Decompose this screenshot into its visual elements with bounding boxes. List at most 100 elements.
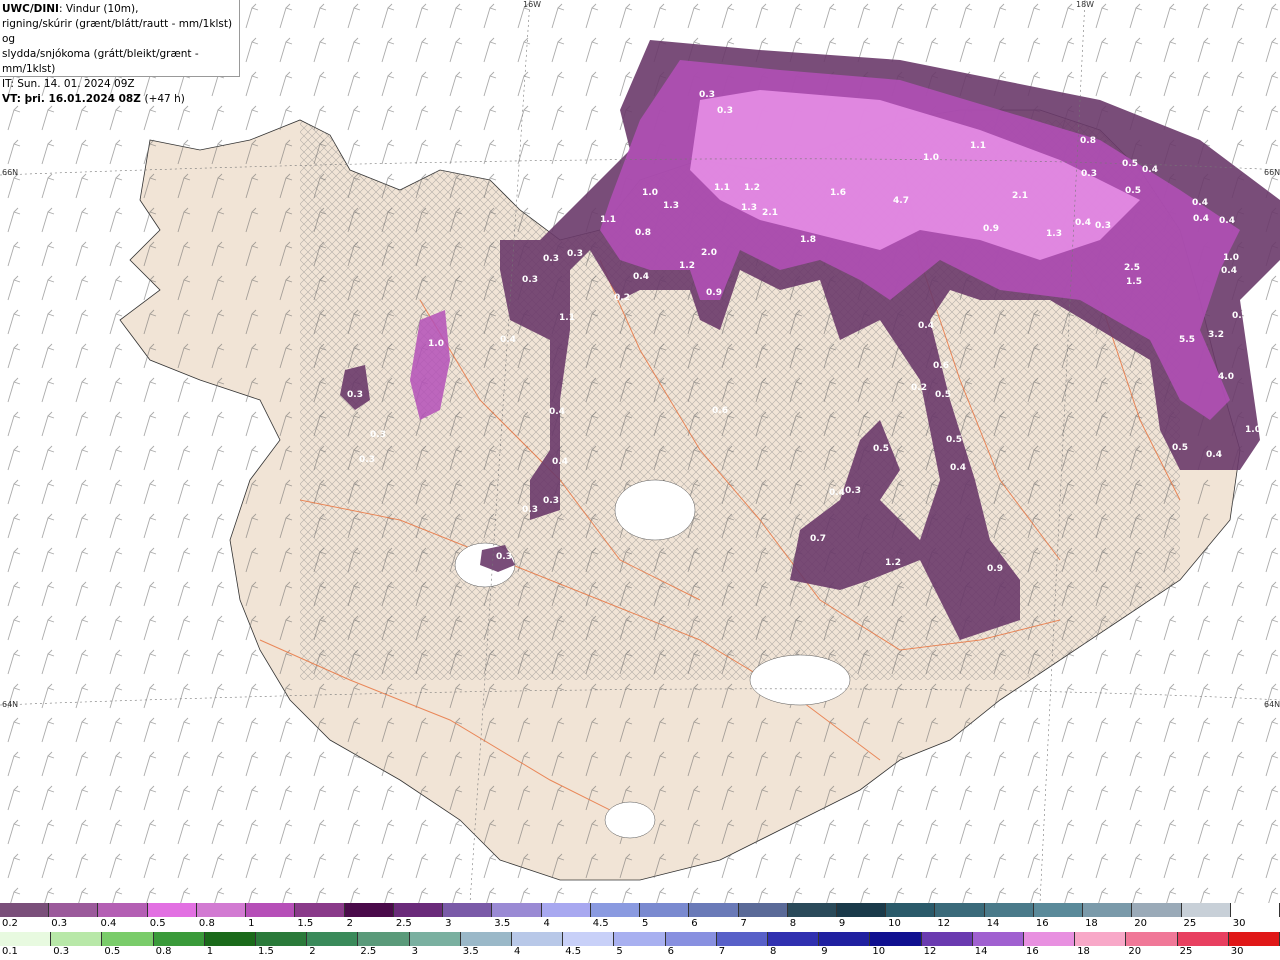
precip-value-label: 0.4 <box>549 407 565 417</box>
precip-value-label: 4.7 <box>893 196 909 206</box>
legend-label: 10 <box>888 918 901 929</box>
legend-label: 2.5 <box>360 946 377 957</box>
legend-label: 0.5 <box>104 946 121 957</box>
lat-label-right-bottom: 64N <box>1264 700 1280 709</box>
precip-value-label: 1.3 <box>1046 229 1062 239</box>
legend-label: 0.8 <box>198 918 215 929</box>
precip-value-label: 0.3 <box>845 486 861 496</box>
precip-value-label: 0.3 <box>717 106 733 116</box>
precip-value-label: 0.9 <box>706 288 722 298</box>
legend-label: 2 <box>309 946 316 957</box>
legend-swatch <box>196 903 247 917</box>
legend-swatch <box>665 932 717 946</box>
precip-value-label: 0.3 <box>567 249 583 259</box>
legend-label: 4 <box>543 918 550 929</box>
legend-label: 8 <box>770 946 777 957</box>
map-info-box: UWC/DINI: Vindur (10m), rigning/skúrir (… <box>0 0 240 105</box>
precip-value-label: 0.6 <box>933 361 949 371</box>
precip-value-label: 0.3 <box>1095 221 1111 231</box>
legend-label: 0.2 <box>2 918 18 929</box>
legend-label: 5 <box>616 946 623 957</box>
legend-label: 0.8 <box>155 946 172 957</box>
precip-value-label: 1.0 <box>642 188 658 198</box>
legend-swatch <box>738 903 788 917</box>
legend-label: 0.3 <box>53 946 70 957</box>
legend-label: 3.5 <box>462 946 479 957</box>
legend-label: 12 <box>923 946 937 957</box>
precip-value-label: 0.4 <box>1193 214 1209 224</box>
legend-swatch <box>1181 903 1231 917</box>
precip-value-label: 0.4 <box>1219 216 1235 226</box>
initial-time: IT: Sun. 14. 01. 2024 09Z <box>2 78 135 90</box>
legend-swatch <box>1230 903 1280 917</box>
legend-label: 2 <box>346 918 353 929</box>
legend-label: 3 <box>445 918 452 929</box>
legend-swatch <box>98 903 148 917</box>
model-name: UWC/DINI <box>2 3 59 15</box>
legend-swatch <box>1024 932 1076 946</box>
legend-label: 1.5 <box>297 918 314 929</box>
precip-value-label: 1.0 <box>923 153 939 163</box>
legend-swatch <box>102 932 154 946</box>
precip-value-label: 0.3 <box>699 90 715 100</box>
precip-value-label: 0.7 <box>810 534 826 544</box>
precip-value-label: 0.8 <box>1080 136 1096 146</box>
precip-value-label: 2.1 <box>762 208 778 218</box>
legend-swatch <box>295 903 345 917</box>
lat-label-right-top: 66N <box>1264 168 1280 177</box>
legend-swatch <box>0 903 50 917</box>
precip-value-label: 0.4 <box>1075 218 1091 228</box>
precip-value-label: 0.4 <box>1192 198 1208 208</box>
legend-label: 20 <box>1134 918 1148 929</box>
legend-swatch <box>1083 903 1133 917</box>
legend-swatch <box>51 932 103 946</box>
legend-label: 4 <box>514 946 521 957</box>
legend-swatch <box>972 932 1025 946</box>
precip-value-label: 2.5 <box>1124 263 1140 273</box>
precip-value-label: 0.5 <box>1125 186 1141 196</box>
legend-swatch <box>787 903 837 917</box>
precip-value-label: 1.3 <box>741 203 757 213</box>
precip-value-label: 2.1 <box>1012 191 1028 201</box>
legend-label: 0.5 <box>149 918 166 929</box>
precip-value-label: 5.5 <box>1179 335 1195 345</box>
legend-label: 30 <box>1230 946 1244 957</box>
legend-swatch <box>1126 932 1178 946</box>
precip-value-label: 0.4 <box>918 321 934 331</box>
precip-value-label: 3.2 <box>1208 330 1224 340</box>
legend-swatch <box>1033 903 1084 917</box>
precip-value-label: 1.5 <box>1126 277 1142 287</box>
precip-value-label: 0.3 <box>359 455 375 465</box>
legend-label: 25 <box>1179 946 1193 957</box>
precip-value-label: 4.0 <box>1218 372 1234 382</box>
precip-value-label: 0.3 <box>1081 169 1097 179</box>
legend-swatch <box>1177 932 1229 946</box>
legend-swatch <box>886 903 936 917</box>
legend-swatch <box>409 932 461 946</box>
legend-label: 25 <box>1183 918 1197 929</box>
legend-swatch <box>640 903 690 917</box>
legend-label: 14 <box>974 946 988 957</box>
legend-swatch <box>836 903 887 917</box>
legend-label: 30 <box>1232 918 1246 929</box>
legend-label: 9 <box>821 946 828 957</box>
legend-label: 16 <box>1035 918 1049 929</box>
legend-label: 1 <box>206 946 214 957</box>
legend-label: 8 <box>789 918 797 929</box>
legend-swatch <box>49 903 99 917</box>
valid-offset: (+47 h) <box>144 93 185 105</box>
legend-swatch <box>590 903 641 917</box>
legend-swatch <box>153 932 205 946</box>
title-rest: : Vindur (10m), <box>58 3 139 15</box>
precip-value-label: 0.3 <box>496 552 512 562</box>
lat-label-left-top: 66N <box>2 168 19 177</box>
legend-label: 4.5 <box>592 918 609 929</box>
legend-label: 7 <box>740 918 747 929</box>
precip-value-label: 0.5 <box>946 435 962 445</box>
precip-value-label: 0.2 <box>911 383 927 393</box>
lon-label-top-2: 18W <box>1076 0 1095 9</box>
weather-map: 0.30.31.01.11.2 1.64.7 2.11.01.11.3 2.10.50… <box>0 0 1280 903</box>
legend-label: 18 <box>1077 946 1090 957</box>
legend-swatch <box>256 932 308 946</box>
legend-swatch <box>935 903 985 917</box>
